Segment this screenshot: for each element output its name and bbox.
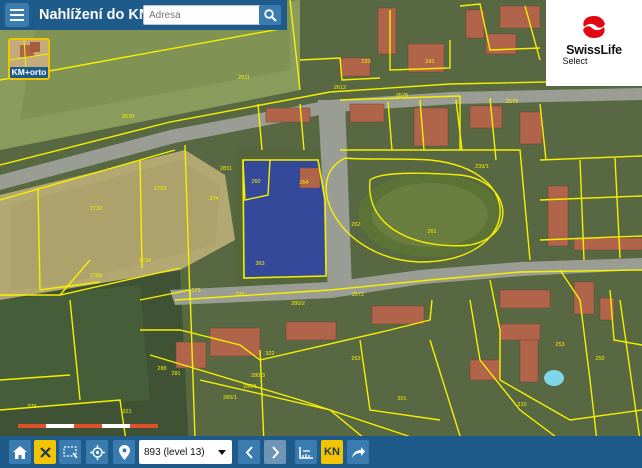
parcel-label: 262 — [351, 222, 360, 228]
parcel-label: 2578 — [396, 93, 408, 99]
parcel-label: 261 — [427, 229, 436, 235]
parcel-label: 233 — [361, 59, 370, 65]
parcel-label: 241 — [425, 59, 434, 65]
home-icon — [13, 445, 27, 459]
parcel-label: 322 — [265, 351, 274, 357]
parcel-label: 379 — [27, 404, 36, 410]
parcel-label: 375 — [191, 288, 200, 294]
parcel-label: 2612 — [334, 85, 346, 91]
chevron-right-icon — [271, 445, 279, 459]
parcel-label: 2811 — [220, 166, 232, 172]
top-bar: Nahlížení do KN — [0, 0, 287, 30]
parcel-label: 2572 — [352, 292, 364, 298]
parcel-label: 363 — [255, 261, 264, 267]
swisslife-logo-icon — [583, 16, 605, 38]
crosshair-icon — [89, 444, 105, 460]
orthophoto-thumbnail-icon — [10, 40, 48, 68]
level-select[interactable]: 893 (level 13) — [139, 440, 232, 464]
parcel-label: 280/2 — [291, 301, 305, 307]
parcel-label: 250 — [595, 356, 604, 362]
parcel-label: 310 — [517, 402, 526, 408]
hamburger-icon — [10, 9, 24, 21]
parcel-label: 376 — [235, 292, 244, 298]
parcel-label: 301 — [397, 396, 406, 402]
parcel-label: 260 — [251, 179, 260, 185]
app-root: 2732 2733 2789 2734 363 374 261 262 260 … — [0, 0, 642, 468]
app-title: Nahlížení do KN — [39, 7, 150, 23]
marker-button[interactable] — [113, 440, 135, 464]
parcel-label: 280/3 — [251, 373, 265, 379]
parcel-label: 2579 — [506, 99, 518, 105]
locate-button[interactable] — [86, 440, 108, 464]
parcel-label: 2734 — [139, 258, 151, 264]
parcel-label: 285/1 — [223, 395, 237, 401]
kn-layer-button[interactable]: KN — [321, 440, 343, 464]
parcel-label: 2789 — [90, 273, 102, 279]
next-button[interactable] — [264, 440, 286, 464]
parcel-label: 2611 — [238, 75, 250, 81]
parcel-label: 288 — [157, 366, 166, 372]
parcel-label: 374 — [209, 196, 218, 202]
parcel-label: 281 — [171, 371, 180, 377]
share-icon — [351, 446, 365, 458]
parcel-label: 2732 — [90, 206, 102, 212]
brand-name: SwissLife — [566, 43, 622, 57]
share-button[interactable] — [347, 440, 369, 464]
close-icon — [39, 446, 51, 458]
parcel-label: 239/1 — [475, 164, 489, 170]
parcel-label: 253 — [555, 342, 564, 348]
home-button[interactable] — [9, 440, 31, 464]
parcel-label: 321 — [122, 409, 131, 415]
clear-button[interactable] — [34, 440, 56, 464]
parcel-label: 280/1 — [243, 384, 257, 390]
address-search-input[interactable] — [143, 5, 263, 25]
kn-label: KN — [324, 446, 340, 458]
layer-toggle-label: KM+orto — [10, 67, 48, 78]
previous-button[interactable] — [238, 440, 260, 464]
level-select-value: 893 (level 13) — [144, 446, 205, 458]
layer-toggle-button[interactable]: KM+orto — [8, 38, 50, 80]
search-icon — [263, 8, 277, 22]
brand-logo: SwissLife Select — [546, 0, 642, 86]
parcel-label: 2733 — [154, 186, 166, 192]
measure-icon — [298, 446, 313, 459]
select-area-button[interactable] — [59, 440, 81, 464]
search-button[interactable] — [259, 5, 281, 25]
chevron-left-icon — [245, 445, 253, 459]
parcel-label: 264 — [299, 180, 308, 186]
parcel-label: 263 — [351, 356, 360, 362]
scale-bar — [18, 424, 158, 428]
select-area-icon — [62, 445, 78, 458]
map-marker-icon — [118, 444, 130, 460]
parcel-label: 2570 — [122, 114, 134, 120]
menu-button[interactable] — [5, 3, 29, 27]
brand-subtitle: Select — [562, 56, 588, 66]
measure-button[interactable] — [295, 440, 317, 464]
scale-bar-graphic — [18, 424, 158, 428]
chevron-down-icon — [218, 449, 226, 455]
